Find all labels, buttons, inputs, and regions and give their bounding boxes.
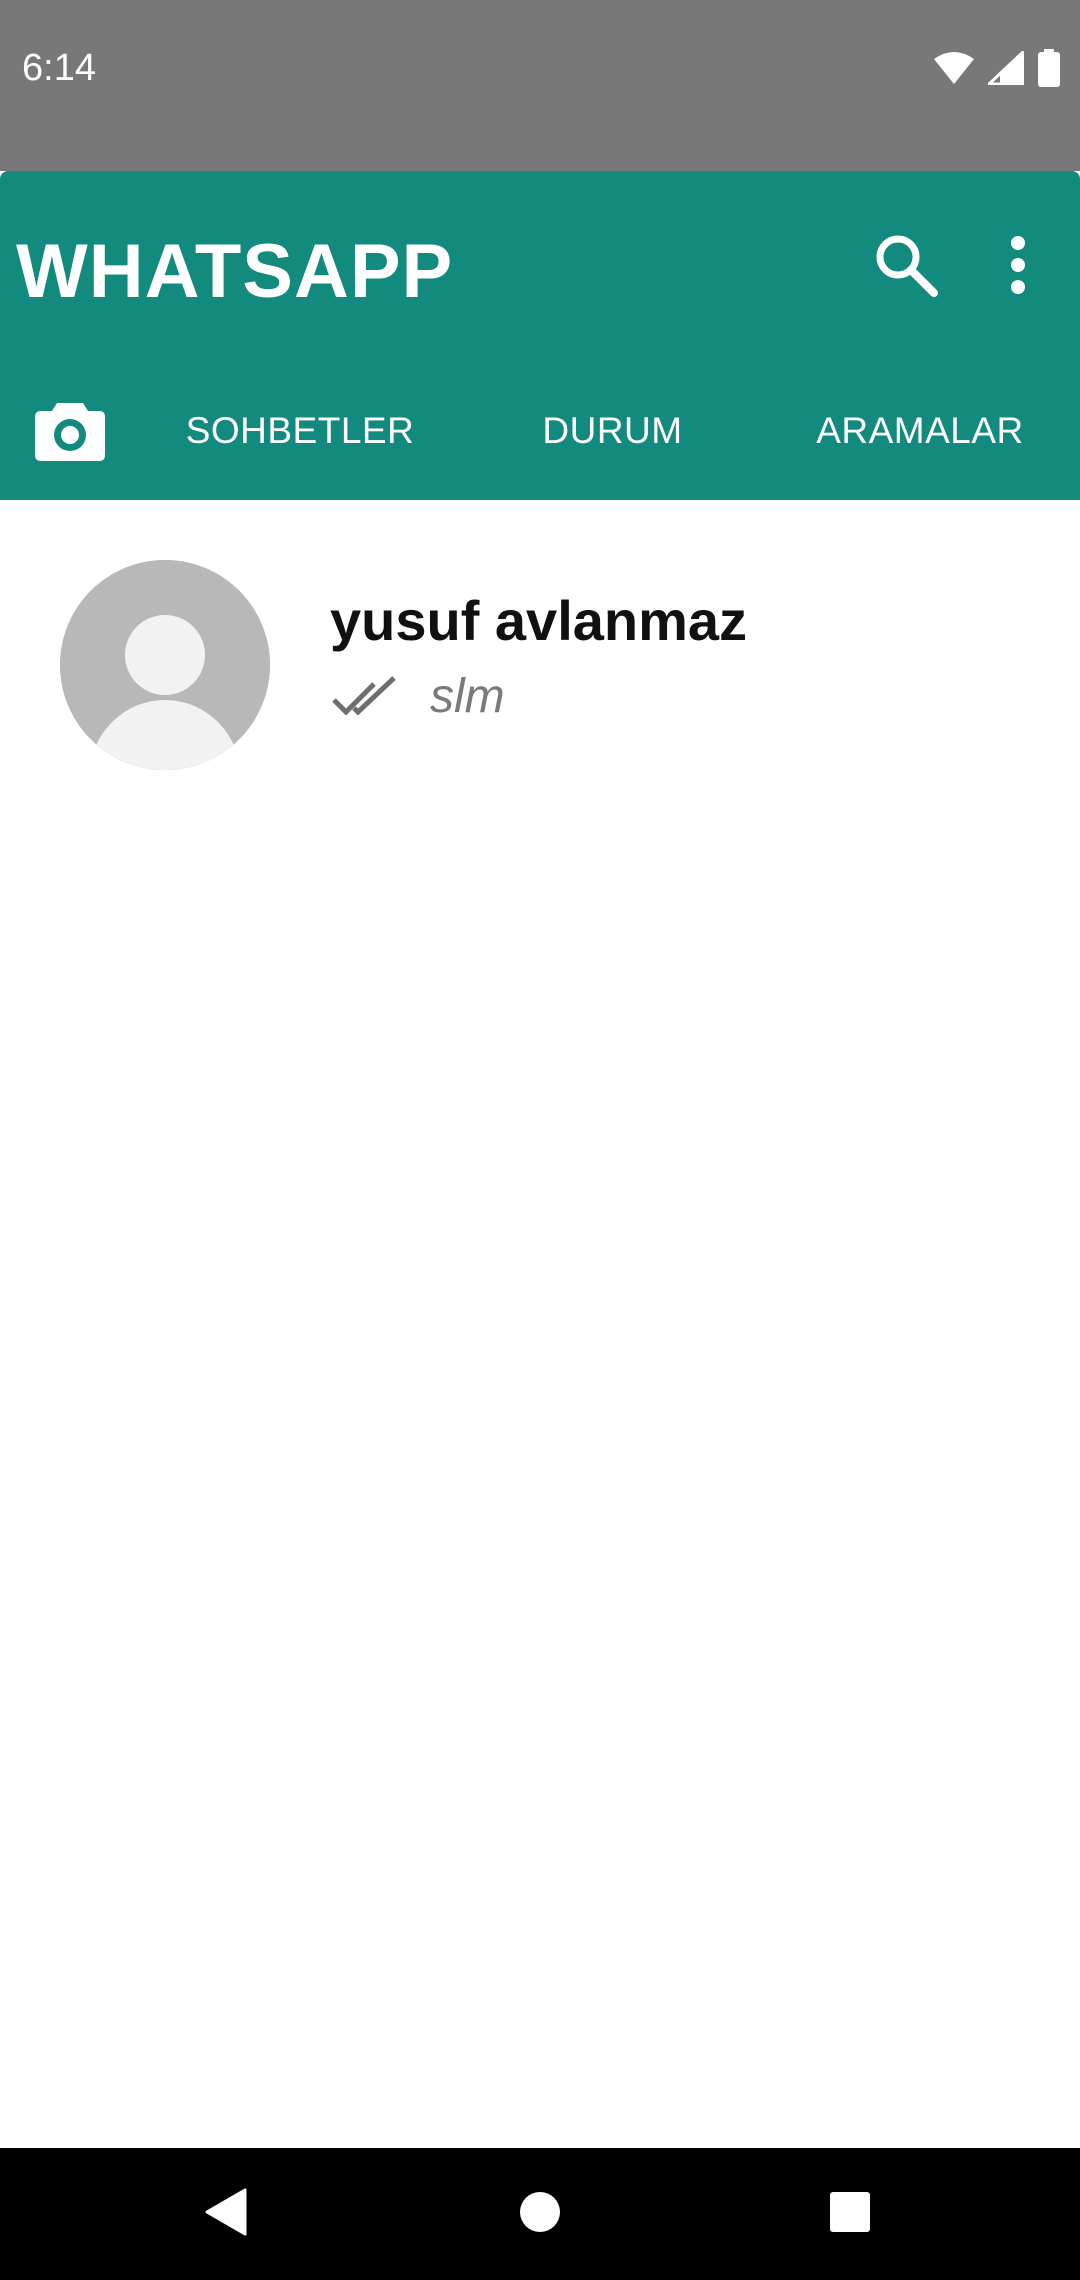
chat-list: yusuf avlanmaz slm [0, 500, 1080, 770]
more-options-button[interactable] [990, 227, 1046, 307]
status-icons [934, 46, 1060, 90]
navigation-bar [0, 2148, 1080, 2280]
tab-calls[interactable]: ARAMALAR [770, 371, 1070, 491]
back-button[interactable] [165, 2148, 285, 2280]
tab-bar: SOHBETLER DURUM ARAMALAR [0, 371, 1080, 491]
chat-list-item[interactable]: yusuf avlanmaz slm [0, 500, 1080, 770]
app-bar: WHATSAPP SOHBETLER DURUM ARAMALAR [0, 171, 1080, 500]
home-icon [518, 2190, 562, 2239]
status-time: 6:14 [22, 47, 96, 89]
wifi-icon [934, 51, 974, 85]
camera-icon [35, 397, 105, 466]
recents-button[interactable] [790, 2148, 910, 2280]
screen: 6:14 WHATSAPP SOHBETLER DURUM ARAMALAR y… [0, 0, 1080, 2280]
double-check-icon [330, 672, 400, 722]
more-vert-icon [1008, 235, 1028, 300]
back-icon [203, 2188, 247, 2241]
last-message: slm [430, 670, 505, 723]
app-title: WHATSAPP [16, 229, 454, 314]
cell-signal-icon [988, 51, 1024, 85]
tab-camera[interactable] [20, 371, 120, 491]
search-button[interactable] [866, 227, 946, 307]
battery-icon [1038, 49, 1060, 87]
contact-name: yusuf avlanmaz [330, 589, 748, 652]
home-button[interactable] [480, 2148, 600, 2280]
default-avatar-icon [60, 560, 270, 770]
tab-chats[interactable]: SOHBETLER [150, 371, 450, 491]
tab-status[interactable]: DURUM [470, 371, 755, 491]
search-icon [874, 233, 938, 302]
status-bar: 6:14 [0, 0, 1080, 171]
recents-icon [829, 2191, 871, 2238]
